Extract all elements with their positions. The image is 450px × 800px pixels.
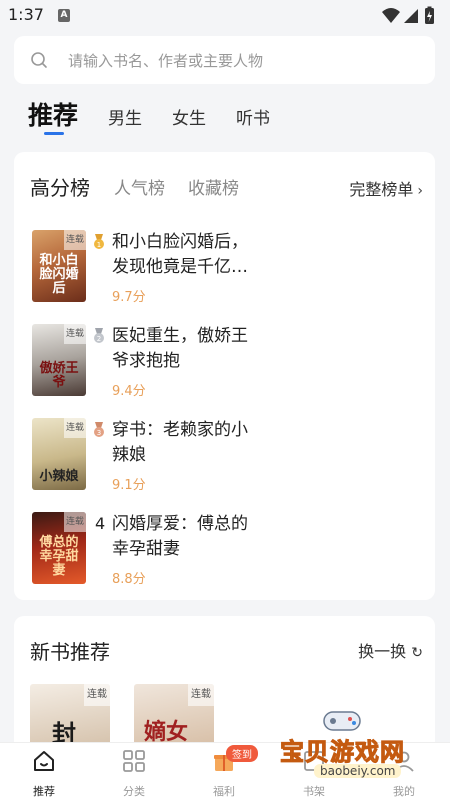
book-score: 9.7分 bbox=[112, 290, 146, 305]
home-icon bbox=[34, 751, 54, 771]
book-cover: 连载 傲娇王爷 bbox=[32, 324, 86, 396]
book-cover: 连载 和小白脸闪婚后 bbox=[32, 230, 86, 302]
serial-tag: 连载 bbox=[64, 418, 86, 438]
tab-underline bbox=[44, 132, 64, 135]
book-score: 9.4分 bbox=[112, 384, 146, 399]
silver-medal-icon: 2 bbox=[94, 328, 104, 343]
serial-tag: 连载 bbox=[64, 230, 86, 250]
nav-category[interactable]: 分类 bbox=[104, 749, 164, 799]
search-icon bbox=[31, 52, 47, 68]
watermark: 宝贝游戏网 baobeiy.com bbox=[280, 706, 440, 790]
book-cover: 连载 傅总的幸孕甜妻 bbox=[32, 512, 86, 584]
book-score: 9.1分 bbox=[112, 478, 146, 493]
bronze-medal-icon: 3 bbox=[94, 422, 104, 437]
full-list-label: 完整榜单 bbox=[349, 180, 414, 199]
notification-icon: A bbox=[58, 9, 70, 22]
tab-popular[interactable]: 人气榜 bbox=[114, 174, 165, 199]
book-title: 穿书：老赖家的小辣娘 bbox=[112, 420, 248, 465]
search-input[interactable]: 请输入书名、作者或主要人物 bbox=[14, 36, 435, 84]
status-icons bbox=[382, 6, 434, 24]
serial-tag: 连载 bbox=[64, 512, 86, 532]
svg-text:1: 1 bbox=[97, 241, 101, 249]
list-item[interactable]: 连载 傲娇王爷 2 医妃重生，傲娇王爷求抱抱 9.4分 bbox=[32, 324, 412, 404]
full-list-link[interactable]: 完整榜单 › bbox=[349, 176, 423, 200]
book-title: 医妃重生，傲娇王爷求抱抱 bbox=[112, 326, 248, 371]
refresh-icon: ↻ bbox=[411, 645, 423, 661]
grid-icon bbox=[123, 750, 145, 772]
nav-label: 分类 bbox=[123, 785, 145, 798]
wifi-icon bbox=[382, 8, 400, 23]
gold-medal-icon: 1 bbox=[94, 234, 104, 249]
cover-title: 傲娇王爷 bbox=[39, 361, 79, 390]
tab-favorites[interactable]: 收藏榜 bbox=[188, 174, 239, 199]
list-item[interactable]: 连载 傅总的幸孕甜妻 4 闪婚厚爱：傅总的幸孕甜妻 8.8分 bbox=[32, 512, 412, 592]
watermark-url: baobeiy.com bbox=[314, 764, 402, 778]
swap-button[interactable]: 换一换 ↻ bbox=[358, 638, 423, 662]
nav-label: 福利 bbox=[213, 785, 235, 798]
cover-title: 和小白脸闪婚后 bbox=[39, 253, 79, 296]
tab-recommend[interactable]: 推荐 bbox=[28, 96, 78, 132]
swap-label: 换一换 bbox=[358, 642, 407, 661]
section-title: 新书推荐 bbox=[30, 640, 110, 664]
status-bar: 1:37 A bbox=[0, 0, 450, 32]
list-item[interactable]: 连载 小辣娘 3 穿书：老赖家的小辣娘 9.1分 bbox=[32, 418, 412, 498]
search-placeholder: 请输入书名、作者或主要人物 bbox=[68, 52, 264, 70]
serial-tag: 连载 bbox=[64, 324, 86, 344]
rank-number: 4 bbox=[95, 514, 106, 533]
tab-female[interactable]: 女生 bbox=[172, 104, 206, 129]
list-item[interactable]: 连载 和小白脸闪婚后 1 和小白脸闪婚后，发现他竟是千亿… 9.7分 bbox=[32, 230, 412, 310]
nav-recommend[interactable]: 推荐 bbox=[14, 749, 74, 799]
tab-male[interactable]: 男生 bbox=[108, 104, 142, 129]
chevron-right-icon: › bbox=[417, 183, 423, 199]
serial-tag: 连载 bbox=[84, 684, 110, 706]
svg-text:2: 2 bbox=[97, 335, 101, 343]
book-title: 和小白脸闪婚后，发现他竟是千亿… bbox=[112, 232, 248, 277]
signal-icon bbox=[404, 9, 418, 23]
sign-in-badge[interactable]: 签到 bbox=[226, 745, 258, 762]
book-score: 8.8分 bbox=[112, 572, 146, 587]
tab-high-score[interactable]: 高分榜 bbox=[30, 172, 90, 201]
cover-title: 小辣娘 bbox=[39, 469, 79, 484]
book-title: 闪婚厚爱：傅总的幸孕甜妻 bbox=[112, 514, 248, 559]
cover-title: 傅总的幸孕甜妻 bbox=[39, 535, 79, 578]
book-cover: 连载 小辣娘 bbox=[32, 418, 86, 490]
status-time: 1:37 bbox=[8, 5, 44, 24]
top-tabs: 推荐 男生 女生 听书 bbox=[0, 96, 450, 140]
svg-text:3: 3 bbox=[97, 429, 101, 437]
tab-audiobook[interactable]: 听书 bbox=[236, 104, 270, 129]
watermark-text: 宝贝游戏网 bbox=[280, 738, 405, 767]
nav-label: 推荐 bbox=[33, 785, 55, 798]
serial-tag: 连载 bbox=[188, 684, 214, 706]
ranking-card: 高分榜 人气榜 收藏榜 完整榜单 › 连载 和小白脸闪婚后 1 和小白脸闪婚后，发… bbox=[14, 152, 435, 600]
